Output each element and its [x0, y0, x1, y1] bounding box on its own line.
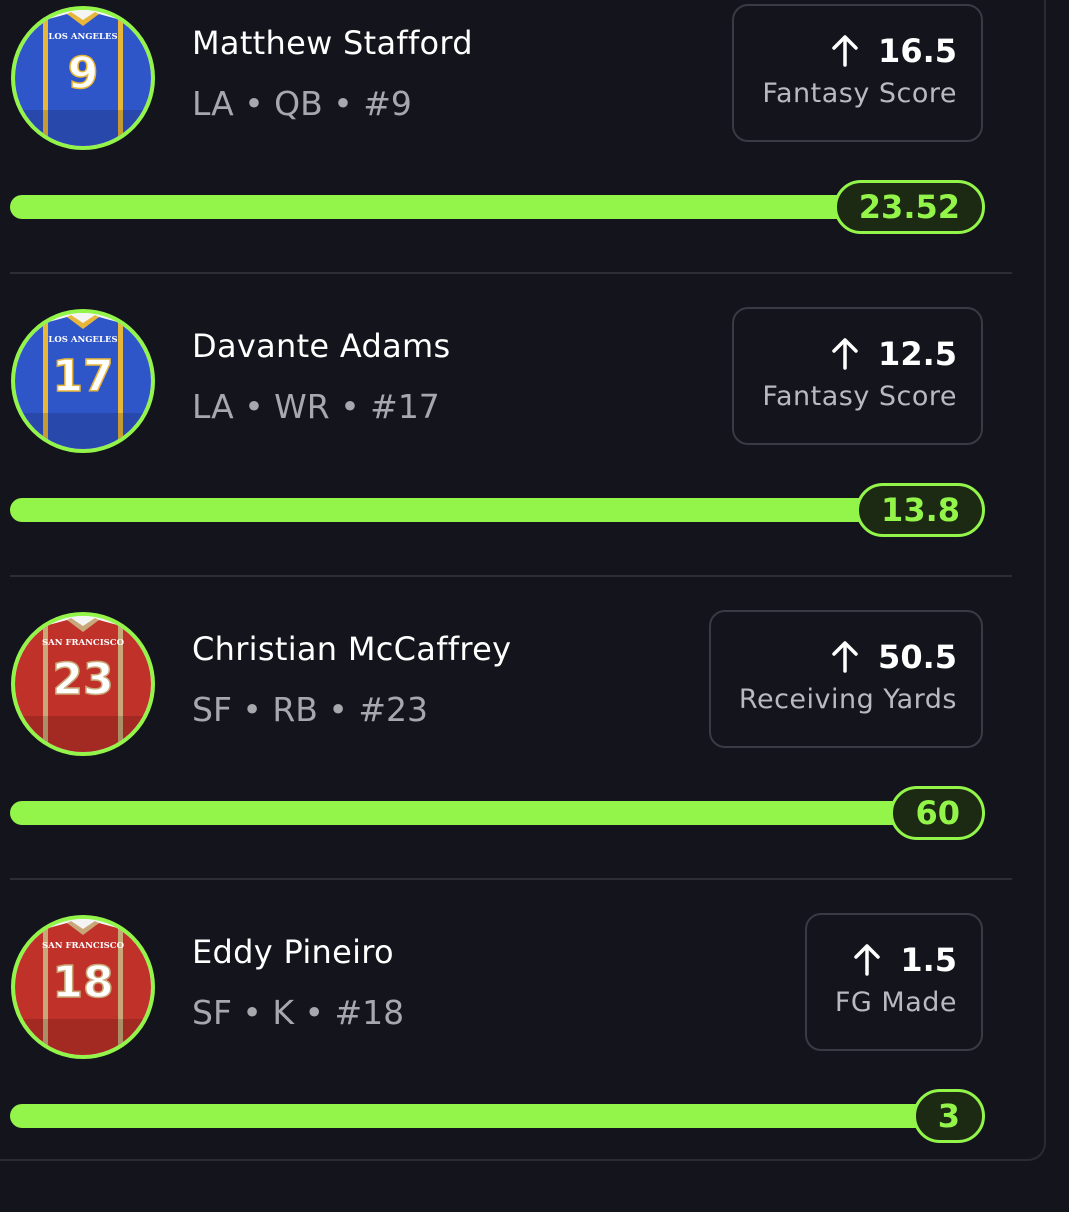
player-meta: LA • QB • #9 [192, 84, 412, 123]
projection-value: 1.5 [900, 941, 957, 979]
jersey-team-text: SAN FRANCISCO [42, 638, 125, 648]
projection-value: 16.5 [878, 32, 957, 70]
projection-value: 12.5 [878, 335, 957, 373]
projection-box[interactable]: 50.5 Receiving Yards [708, 610, 983, 748]
player-row[interactable]: LOS ANGELES 9 Matthew Stafford LA • QB • … [0, 0, 1040, 303]
jersey-image: LOS ANGELES 9 [15, 10, 151, 146]
jersey-image: SAN FRANCISCO 18 [15, 919, 151, 1055]
jersey-number-text: 17 [52, 351, 113, 402]
actual-value-badge: 3 [912, 1089, 985, 1143]
progress-bar [10, 1104, 960, 1128]
actual-value-badge: 13.8 [856, 483, 985, 537]
jersey-team-text: LOS ANGELES [48, 32, 117, 42]
progress-bar [10, 498, 960, 522]
player-name[interactable]: Christian McCaffrey [192, 630, 511, 668]
jersey-image: SAN FRANCISCO 23 [15, 616, 151, 752]
jersey-number-text: 23 [52, 654, 113, 705]
player-meta: LA • WR • #17 [192, 387, 440, 426]
player-row[interactable]: SAN FRANCISCO 18 Eddy Pineiro SF • K • #1… [0, 909, 1040, 1212]
jersey-number-text: 9 [68, 48, 99, 99]
projection-label: Fantasy Score [762, 381, 957, 412]
jersey-team-text: LOS ANGELES [48, 335, 117, 345]
actual-value-badge: 60 [890, 786, 985, 840]
progress-bar [10, 195, 960, 219]
player-row[interactable]: LOS ANGELES 17 Davante Adams LA • WR • #1… [0, 303, 1040, 606]
projection-label: Fantasy Score [762, 78, 957, 109]
player-name[interactable]: Davante Adams [192, 327, 450, 365]
row-divider [10, 272, 1012, 274]
player-meta: SF • RB • #23 [192, 690, 429, 729]
progress-bar [10, 801, 960, 825]
arrow-up-icon [832, 338, 858, 370]
player-avatar: LOS ANGELES 17 [11, 309, 155, 453]
projection-label: Receiving Yards [738, 684, 957, 715]
arrow-up-icon [854, 944, 881, 976]
row-divider [10, 575, 1012, 577]
player-name[interactable]: Matthew Stafford [192, 24, 473, 62]
projection-box[interactable]: 1.5 FG Made [804, 913, 983, 1051]
jersey-number-text: 18 [52, 957, 113, 1008]
row-divider [10, 878, 1012, 880]
player-row[interactable]: SAN FRANCISCO 23 Christian McCaffrey SF •… [0, 606, 1040, 909]
player-meta: SF • K • #18 [192, 993, 405, 1032]
arrow-up-icon [832, 35, 858, 67]
projection-value: 50.5 [878, 638, 957, 676]
actual-value-badge: 23.52 [833, 180, 985, 234]
arrow-up-icon [832, 641, 858, 673]
player-avatar: SAN FRANCISCO 18 [11, 915, 155, 1059]
jersey-team-text: SAN FRANCISCO [42, 941, 125, 951]
projection-box[interactable]: 12.5 Fantasy Score [732, 307, 983, 445]
jersey-image: LOS ANGELES 17 [15, 313, 151, 449]
projection-label: FG Made [834, 987, 957, 1018]
player-name[interactable]: Eddy Pineiro [192, 933, 394, 971]
player-avatar: LOS ANGELES 9 [11, 6, 155, 150]
projection-box[interactable]: 16.5 Fantasy Score [732, 4, 983, 142]
player-avatar: SAN FRANCISCO 23 [11, 612, 155, 756]
